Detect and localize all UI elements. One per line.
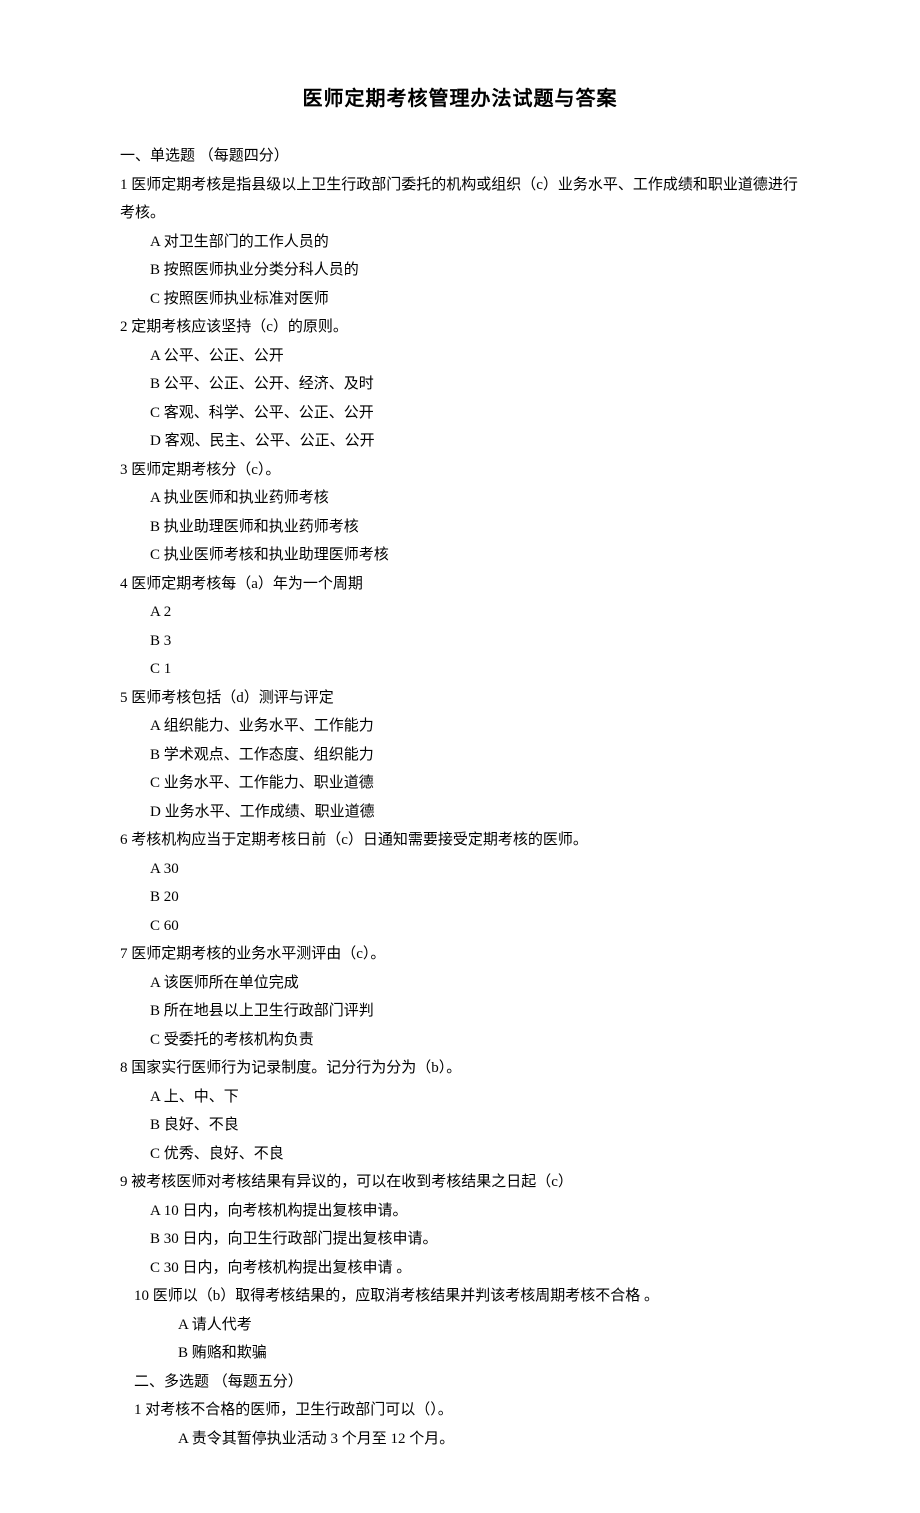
question-4: 4 医师定期考核每（a）年为一个周期 (120, 570, 800, 599)
q3-option-b: B 执业助理医师和执业药师考核 (150, 513, 800, 542)
q1-option-b: B 按照医师执业分类分科人员的 (150, 256, 800, 285)
q3-option-c: C 执业医师考核和执业助理医师考核 (150, 541, 800, 570)
q2-option-a: A 公平、公正、公开 (150, 342, 800, 371)
q8-option-a: A 上、中、下 (150, 1083, 800, 1112)
q1-option-c: C 按照医师执业标准对医师 (150, 285, 800, 314)
question-9: 9 被考核医师对考核结果有异议的，可以在收到考核结果之日起（c） (120, 1168, 800, 1197)
document-page: 医师定期考核管理办法试题与答案 一、单选题 （每题四分） 1 医师定期考核是指县… (0, 0, 920, 1513)
q2-option-d: D 客观、民主、公平、公正、公开 (150, 427, 800, 456)
q10-option-b: B 贿赂和欺骗 (178, 1339, 800, 1368)
section2-question-1: 1 对考核不合格的医师，卫生行政部门可以（）。 (134, 1396, 800, 1425)
q4-option-b: B 3 (150, 627, 800, 656)
q4-option-a: A 2 (150, 598, 800, 627)
q5-option-b: B 学术观点、工作态度、组织能力 (150, 741, 800, 770)
question-1: 1 医师定期考核是指县级以上卫生行政部门委托的机构或组织（c）业务水平、工作成绩… (120, 171, 800, 228)
q4-option-c: C 1 (150, 655, 800, 684)
q5-option-a: A 组织能力、业务水平、工作能力 (150, 712, 800, 741)
q7-option-c: C 受委托的考核机构负责 (150, 1026, 800, 1055)
question-6: 6 考核机构应当于定期考核日前（c）日通知需要接受定期考核的医师。 (120, 826, 800, 855)
q7-option-a: A 该医师所在单位完成 (150, 969, 800, 998)
q9-option-c: C 30 日内，向考核机构提出复核申请 。 (150, 1254, 800, 1283)
question-5: 5 医师考核包括（d）测评与评定 (120, 684, 800, 713)
q3-option-a: A 执业医师和执业药师考核 (150, 484, 800, 513)
q10-option-a: A 请人代考 (178, 1311, 800, 1340)
q6-option-b: B 20 (150, 883, 800, 912)
q8-option-b: B 良好、不良 (150, 1111, 800, 1140)
question-2: 2 定期考核应该坚持（c）的原则。 (120, 313, 800, 342)
q1-option-a: A 对卫生部门的工作人员的 (150, 228, 800, 257)
question-3: 3 医师定期考核分（c）。 (120, 456, 800, 485)
section-1-heading: 一、单选题 （每题四分） (120, 142, 800, 171)
question-7: 7 医师定期考核的业务水平测评由（c）。 (120, 940, 800, 969)
q2-option-c: C 客观、科学、公平、公正、公开 (150, 399, 800, 428)
q9-option-a: A 10 日内，向考核机构提出复核申请。 (150, 1197, 800, 1226)
q7-option-b: B 所在地县以上卫生行政部门评判 (150, 997, 800, 1026)
question-8: 8 国家实行医师行为记录制度。记分行为分为（b）。 (120, 1054, 800, 1083)
q6-option-a: A 30 (150, 855, 800, 884)
q6-option-c: C 60 (150, 912, 800, 941)
q9-option-b: B 30 日内，向卫生行政部门提出复核申请。 (150, 1225, 800, 1254)
document-title: 医师定期考核管理办法试题与答案 (120, 80, 800, 118)
q8-option-c: C 优秀、良好、不良 (150, 1140, 800, 1169)
q2-option-b: B 公平、公正、公开、经济、及时 (150, 370, 800, 399)
q5-option-c: C 业务水平、工作能力、职业道德 (150, 769, 800, 798)
s2-q1-option-a: A 责令其暂停执业活动 3 个月至 12 个月。 (178, 1425, 800, 1454)
question-10: 10 医师以（b）取得考核结果的，应取消考核结果并判该考核周期考核不合格 。 (134, 1282, 800, 1311)
section-2-heading: 二、多选题 （每题五分） (134, 1368, 800, 1397)
q5-option-d: D 业务水平、工作成绩、职业道德 (150, 798, 800, 827)
